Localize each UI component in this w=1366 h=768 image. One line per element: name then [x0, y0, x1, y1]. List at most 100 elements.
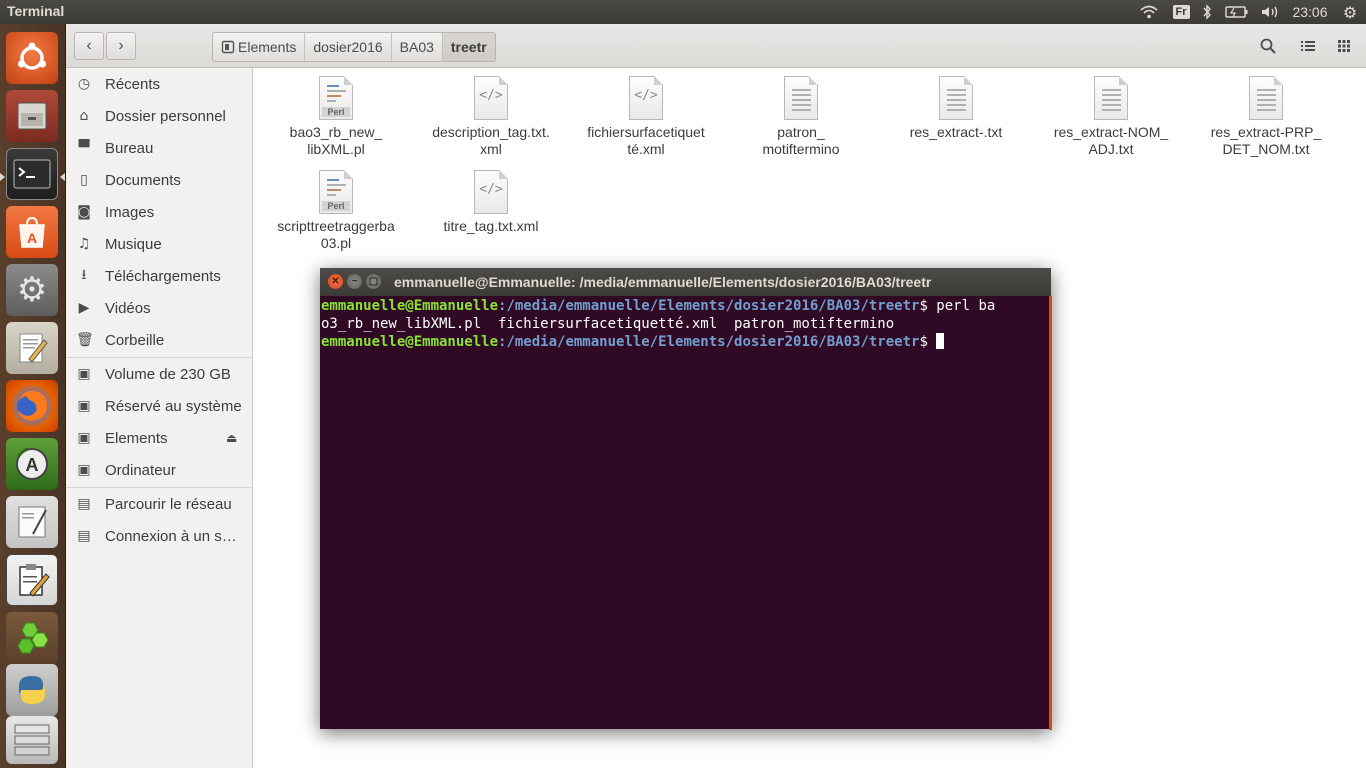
- active-app-title: Terminal: [7, 3, 65, 19]
- trash-icon: 🗑: [76, 332, 94, 348]
- file-item[interactable]: Perl scripttreetraggerba 03.pl: [266, 162, 406, 252]
- terminal-line: emmanuelle@Emmanuelle:/media/emmanuelle/…: [321, 333, 1049, 351]
- file-name-line: res_extract-NOM_: [1053, 124, 1169, 140]
- grid-view-button[interactable]: [1328, 32, 1360, 60]
- breadcrumb-treetr[interactable]: treetr: [442, 33, 495, 61]
- launcher: A ⚙ A: [0, 24, 66, 768]
- sidebar-item-browse-network[interactable]: ▤ Parcourir le réseau: [66, 489, 252, 519]
- software-center-icon[interactable]: A: [6, 206, 58, 258]
- maximize-icon: ▢: [368, 276, 379, 287]
- firefox-icon[interactable]: [6, 380, 58, 432]
- file-item[interactable]: </> fichiersurfacetiquet té.xml: [576, 68, 716, 158]
- sidebar-item-elements[interactable]: ▣ Elements ⏏: [66, 423, 252, 453]
- search-button[interactable]: [1252, 32, 1284, 60]
- terminal-window[interactable]: ✕ − ▢ emmanuelle@Emmanuelle: /media/emma…: [320, 268, 1052, 730]
- back-button[interactable]: ‹: [74, 32, 104, 60]
- clock[interactable]: 23:06: [1288, 0, 1332, 24]
- xml-file-icon: </>: [474, 170, 508, 214]
- terminal-output[interactable]: emmanuelle@Emmanuelle:/media/emmanuelle/…: [320, 296, 1052, 730]
- notes-icon[interactable]: [6, 496, 58, 548]
- drive-stack-icon[interactable]: [6, 716, 58, 764]
- keyboard-layout-indicator[interactable]: Fr: [1170, 0, 1192, 24]
- breadcrumb-dosier2016[interactable]: dosier2016: [305, 33, 392, 61]
- perl-file-icon: Perl: [319, 76, 353, 120]
- wifi-icon[interactable]: [1138, 0, 1160, 24]
- prompt-path: :/media/emmanuelle/Elements/dosier2016/B…: [498, 334, 920, 350]
- text-file-icon: [784, 76, 818, 120]
- sidebar-divider: [66, 357, 252, 358]
- ubuntu-dash-icon[interactable]: [6, 32, 58, 84]
- python-icon[interactable]: [6, 664, 58, 716]
- terminal-icon[interactable]: [6, 148, 58, 200]
- sidebar-item-music[interactable]: ♫ Musique: [66, 229, 252, 259]
- maximize-button[interactable]: ▢: [366, 274, 381, 289]
- breadcrumb-elements[interactable]: Elements: [213, 33, 306, 61]
- settings-gear-icon[interactable]: ⚙: [1340, 0, 1360, 24]
- text-cursor: [936, 333, 945, 349]
- file-item[interactable]: Perl bao3_rb_new_ libXML.pl: [266, 68, 406, 158]
- sidebar-item-desktop[interactable]: ▀ Bureau: [66, 133, 252, 163]
- minimize-button[interactable]: −: [347, 274, 362, 289]
- drive-icon: ▣: [77, 366, 91, 382]
- file-name-line: DET_NOM.txt: [1222, 141, 1310, 157]
- file-item[interactable]: </> description_tag.txt. xml: [421, 68, 561, 158]
- clipboard-editor-icon[interactable]: [6, 554, 58, 606]
- chevron-right-icon: ›: [118, 37, 124, 54]
- prompt-user: emmanuelle@Emmanuelle: [321, 298, 499, 314]
- xml-file-icon: </>: [629, 76, 663, 120]
- file-item[interactable]: res_extract-.txt: [886, 68, 1026, 141]
- sidebar-item-connect-server[interactable]: ▤Connexion à un serveur: [66, 521, 252, 551]
- prompt-user: emmanuelle@Emmanuelle: [321, 334, 499, 350]
- software-updater-icon[interactable]: A: [6, 438, 58, 490]
- perl-file-icon: Perl: [319, 170, 353, 214]
- breadcrumb-ba03[interactable]: BA03: [392, 33, 443, 61]
- forward-button[interactable]: ›: [106, 32, 136, 60]
- volume-icon[interactable]: [1258, 0, 1282, 24]
- bluetooth-icon[interactable]: [1200, 0, 1214, 24]
- close-button[interactable]: ✕: [328, 274, 343, 289]
- sidebar-item-system-reserved[interactable]: ▣ Réservé au système: [66, 391, 252, 421]
- active-indicator: [60, 173, 65, 181]
- file-name-line: libXML.pl: [307, 141, 365, 157]
- drive-icon: ▣: [77, 398, 91, 414]
- file-name-line: res_extract-PRP_: [1210, 124, 1322, 140]
- green-hexagons-icon[interactable]: [6, 612, 58, 664]
- drive-icon: [221, 40, 235, 54]
- terminal-titlebar[interactable]: ✕ − ▢ emmanuelle@Emmanuelle: /media/emma…: [320, 268, 1051, 296]
- sidebar-item-videos[interactable]: ▶ Vidéos: [66, 293, 252, 323]
- file-name-line: té.xml: [627, 141, 665, 157]
- terminal-title: emmanuelle@Emmanuelle: /media/emmanuelle…: [394, 274, 932, 290]
- system-settings-icon[interactable]: ⚙: [6, 264, 58, 316]
- text-editor-icon[interactable]: [6, 322, 58, 374]
- text-file-icon: [1094, 76, 1128, 120]
- eject-icon[interactable]: ⏏: [226, 431, 237, 445]
- battery-icon[interactable]: [1224, 0, 1250, 24]
- sidebar-item-downloads[interactable]: ⭳ Téléchargements: [66, 261, 252, 291]
- document-icon: ▯: [80, 172, 88, 188]
- drive-icon: ▣: [77, 430, 91, 446]
- chevron-left-icon: ‹: [86, 37, 92, 54]
- sidebar-item-pictures[interactable]: ◙ Images: [66, 197, 252, 227]
- sidebar-item-home[interactable]: ⌂ Dossier personnel: [66, 101, 252, 131]
- file-item[interactable]: res_extract-PRP_ DET_NOM.txt: [1196, 68, 1336, 158]
- file-item[interactable]: patron_ motiftermino: [731, 68, 871, 158]
- home-icon: ⌂: [79, 108, 89, 124]
- sidebar-item-documents[interactable]: ▯ Documents: [66, 165, 252, 195]
- list-icon: [1301, 41, 1315, 51]
- command-text: $ perl ba: [919, 298, 996, 314]
- download-icon: ⭳: [81, 267, 87, 283]
- files-icon[interactable]: [6, 90, 58, 142]
- svg-text:A: A: [27, 230, 37, 246]
- terminal-line: o3_rb_new_libXML.pl fichiersurfacetiquet…: [321, 316, 895, 332]
- sidebar-item-computer[interactable]: ▣ Ordinateur: [66, 455, 252, 485]
- file-item[interactable]: </> titre_tag.txt.xml: [421, 162, 561, 235]
- file-item[interactable]: res_extract-NOM_ ADJ.txt: [1041, 68, 1181, 158]
- network-icon: ▤: [77, 528, 91, 544]
- sidebar-item-trash[interactable]: 🗑 Corbeille: [66, 325, 252, 355]
- list-view-button[interactable]: [1292, 32, 1324, 60]
- file-name-line: motiftermino: [762, 141, 840, 157]
- sidebar-item-volume-230gb[interactable]: ▣ Volume de 230 GB: [66, 359, 252, 389]
- file-name-line: titre_tag.txt.xml: [443, 218, 539, 234]
- sidebar-item-recents[interactable]: ◷ Récents: [66, 69, 252, 99]
- text-file-icon: [939, 76, 973, 120]
